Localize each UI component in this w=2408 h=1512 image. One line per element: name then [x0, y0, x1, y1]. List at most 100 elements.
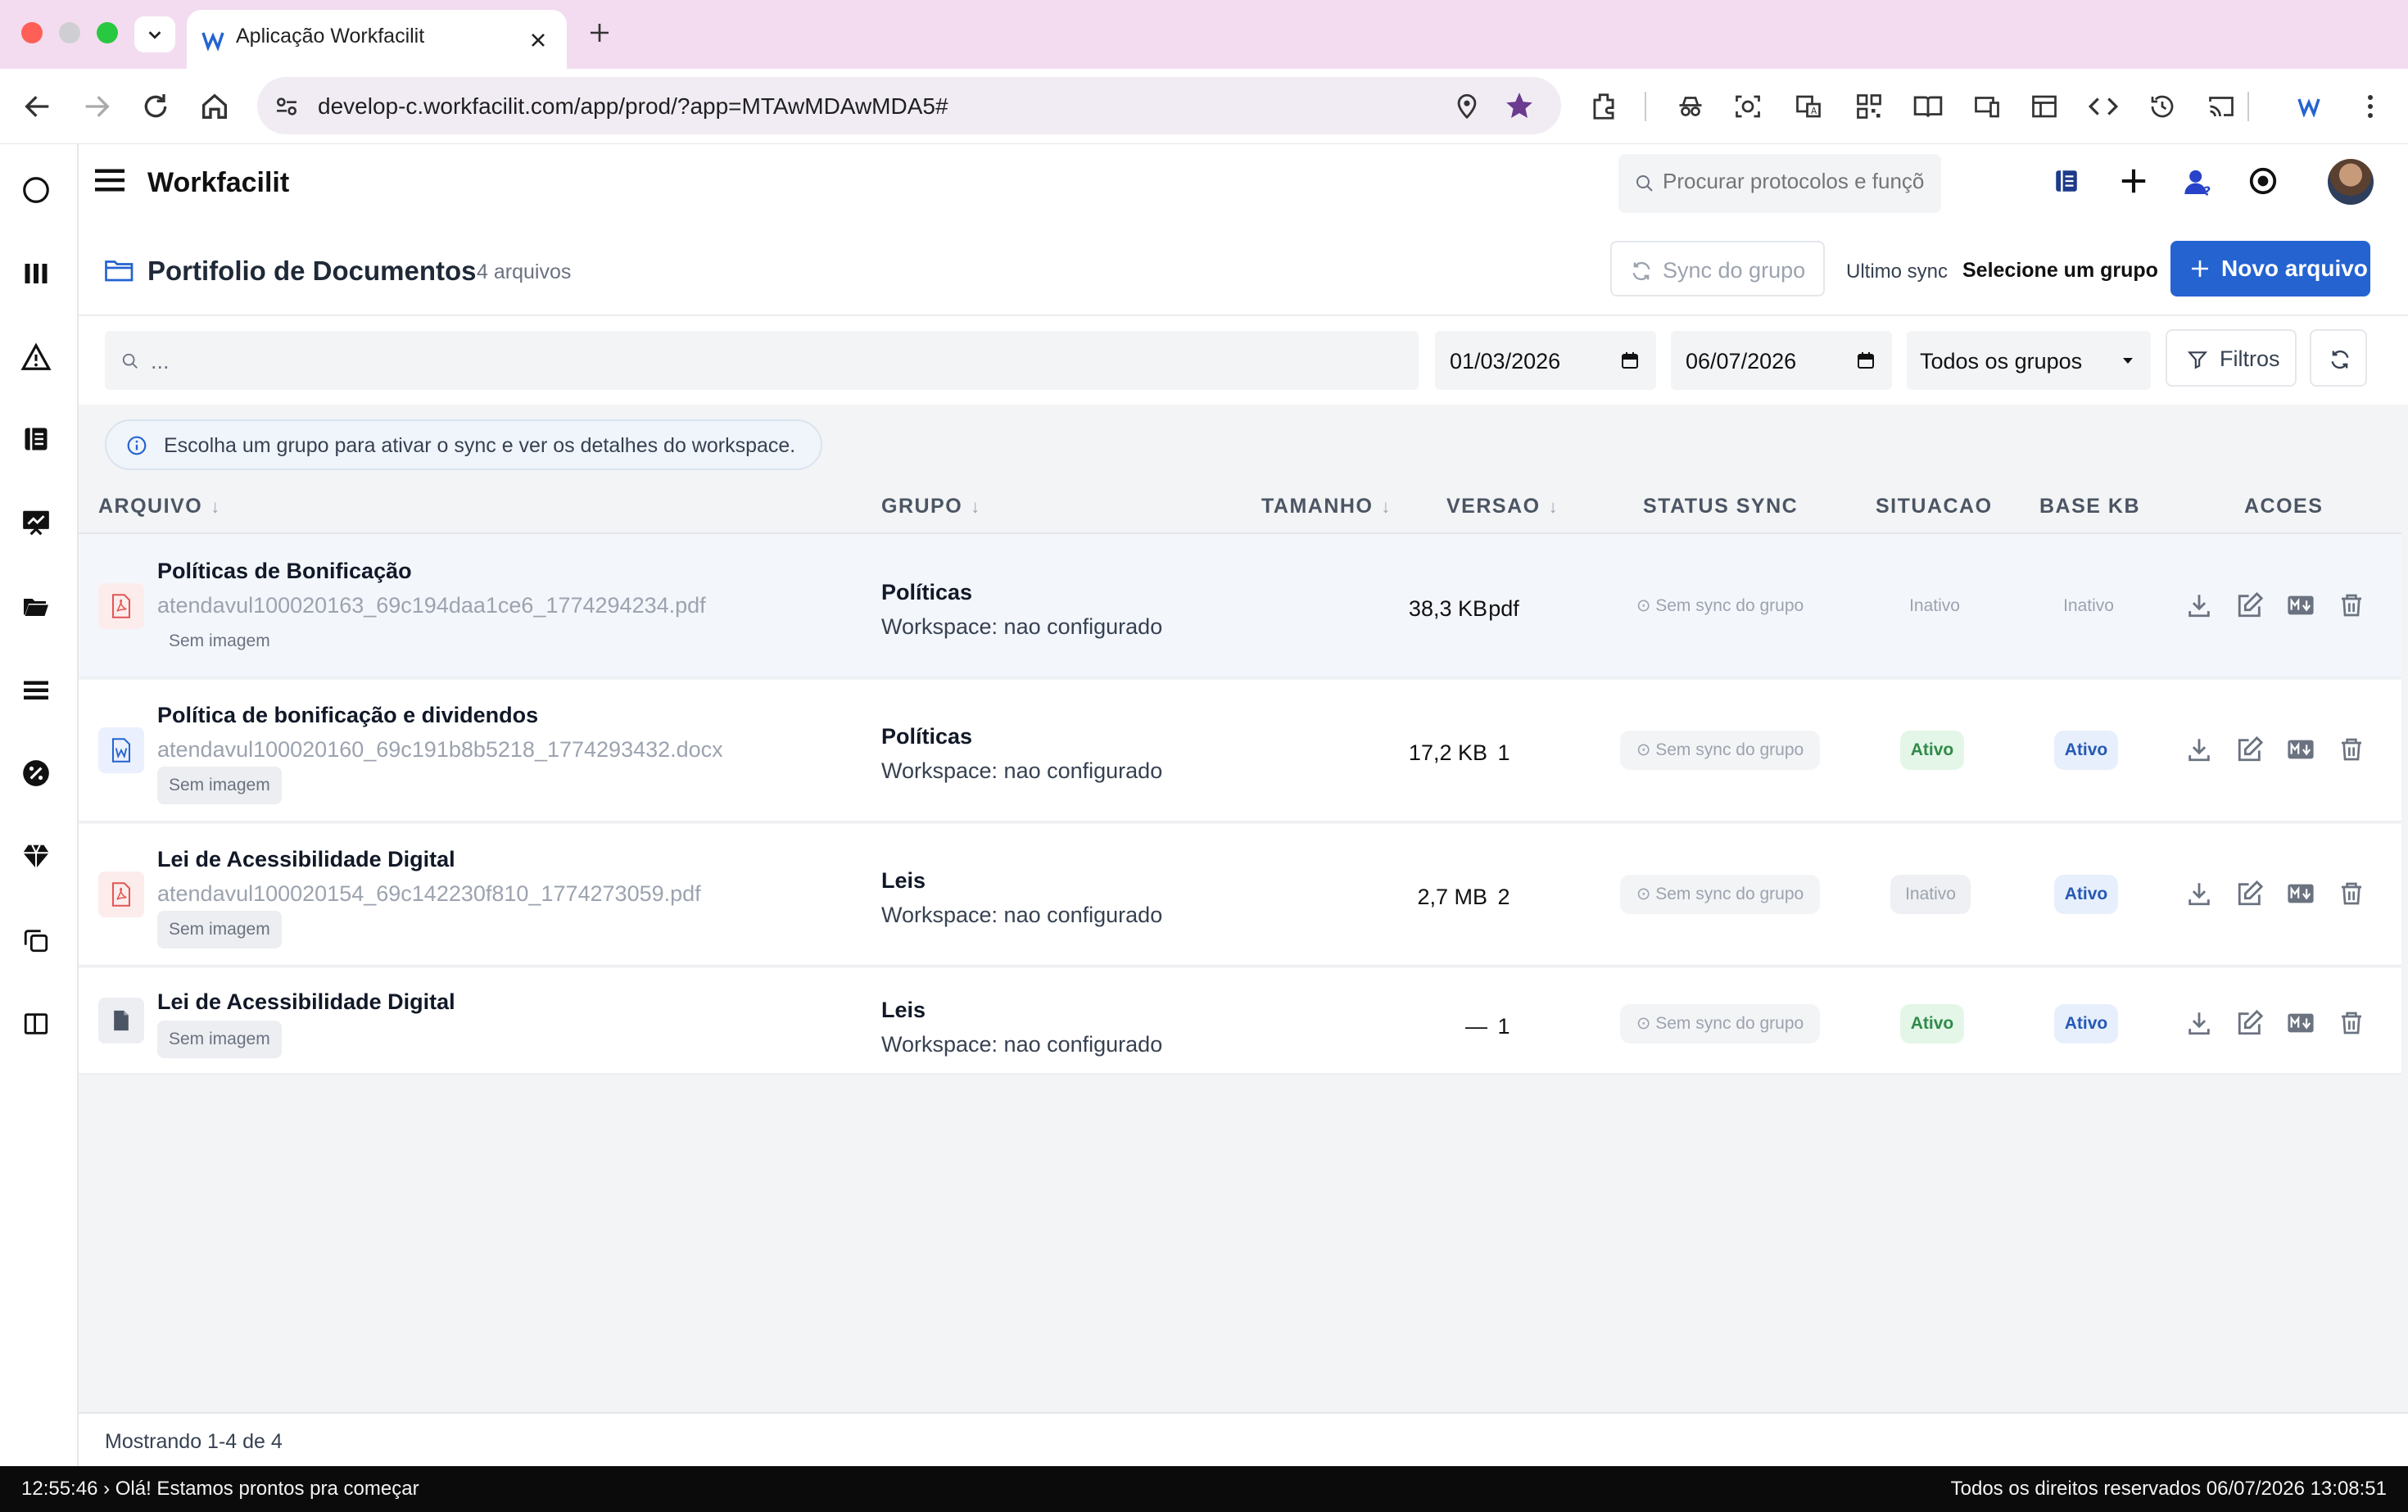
table-extension-icon[interactable] — [2026, 88, 2062, 124]
qr-code-icon[interactable] — [1851, 88, 1887, 124]
new-file-button[interactable]: Novo arquivo — [2170, 241, 2370, 297]
table-row[interactable]: Lei de Acessibilidade Digital Sem imagem… — [79, 968, 2401, 1075]
situacao-badge: Inativo — [1909, 596, 1960, 615]
record-icon[interactable] — [2247, 165, 2279, 197]
close-tab-icon[interactable] — [529, 31, 547, 49]
file-name[interactable]: Lei de Acessibilidade Digital — [157, 847, 455, 872]
delete-icon[interactable] — [2333, 586, 2370, 624]
filters-button[interactable]: Filtros — [2166, 329, 2297, 387]
file-name[interactable]: Lei de Acessibilidade Digital — [157, 989, 455, 1015]
code-icon[interactable] — [2085, 88, 2121, 124]
delete-icon[interactable] — [2333, 1004, 2370, 1042]
bookmark-star-icon[interactable] — [1504, 90, 1535, 121]
table-row[interactable]: Política de bonificação e dividendos ate… — [79, 680, 2401, 822]
copy-icon[interactable] — [16, 921, 56, 960]
column-acoes: ACOES — [2244, 495, 2324, 518]
refresh-button[interactable] — [2310, 329, 2367, 387]
home-icon[interactable] — [198, 90, 231, 123]
download-icon[interactable] — [2180, 875, 2218, 912]
no-image-badge: Sem imagem — [169, 632, 270, 650]
tab-search-button[interactable] — [134, 16, 175, 52]
warning-icon[interactable] — [16, 337, 56, 377]
group-select[interactable]: Todos os grupos — [1907, 331, 2151, 390]
column-grupo[interactable]: GRUPO ↓ — [881, 495, 981, 518]
sync-icon — [1632, 261, 1650, 281]
screenshot-extension-icon[interactable] — [1730, 88, 1766, 124]
download-icon[interactable] — [2180, 731, 2218, 768]
minimize-window-button[interactable] — [59, 22, 80, 43]
diamond-icon[interactable] — [16, 837, 56, 876]
extensions-icon[interactable] — [1586, 88, 1622, 124]
forward-icon[interactable] — [80, 90, 113, 123]
edit-icon[interactable] — [2231, 1004, 2269, 1042]
table-row[interactable]: Lei de Acessibilidade Digital atendavul1… — [79, 824, 2401, 967]
group-sync-button[interactable]: Sync do grupo — [1610, 241, 1825, 297]
markdown-icon[interactable] — [2282, 586, 2320, 624]
table-row[interactable]: Políticas de Bonificação atendavul100020… — [79, 536, 2401, 678]
circle-icon[interactable] — [16, 170, 56, 210]
markdown-icon[interactable] — [2282, 731, 2320, 768]
book-icon[interactable] — [16, 419, 56, 459]
file-name[interactable]: Política de bonificação e dividendos — [157, 703, 538, 728]
delete-icon[interactable] — [2333, 731, 2370, 768]
column-arquivo[interactable]: ARQUIVO ↓ — [98, 495, 221, 518]
close-window-button[interactable] — [21, 22, 43, 43]
location-icon[interactable] — [1453, 92, 1481, 120]
download-icon[interactable] — [2180, 1004, 2218, 1042]
translate-icon[interactable]: A — [1790, 88, 1826, 124]
edit-icon[interactable] — [2231, 731, 2269, 768]
back-icon[interactable] — [21, 90, 54, 123]
library-icon[interactable] — [16, 254, 56, 293]
date-to-field[interactable]: 06/07/2026 — [1671, 331, 1892, 390]
plus-icon[interactable] — [2118, 165, 2149, 197]
address-bar[interactable]: develop-c.workfacilit.com/app/prod/?app=… — [257, 77, 1561, 134]
workspace-status: Workspace: nao configurado — [881, 614, 1163, 639]
workfacilit-extension-icon[interactable] — [2292, 88, 2328, 124]
reload-icon[interactable] — [139, 90, 172, 123]
site-settings-icon[interactable] — [274, 93, 300, 120]
columns-icon[interactable] — [16, 1004, 56, 1043]
hamburger-menu-icon[interactable] — [95, 167, 124, 193]
book-open-icon[interactable] — [2053, 167, 2080, 195]
file-version: pdf — [1488, 596, 1519, 621]
row-actions — [2180, 875, 2370, 912]
user-avatar[interactable] — [2328, 159, 2374, 205]
download-icon[interactable] — [2180, 586, 2218, 624]
edit-icon[interactable] — [2231, 875, 2269, 912]
file-name[interactable]: Políticas de Bonificação — [157, 559, 412, 584]
user-help-icon[interactable]: ? — [2182, 165, 2215, 198]
calendar-icon[interactable] — [1856, 351, 1876, 370]
file-version: 1 — [1497, 1014, 1510, 1039]
browser-tab-active[interactable]: Aplicação Workfacilit — [187, 10, 567, 69]
edit-icon[interactable] — [2231, 586, 2269, 624]
presentation-icon[interactable] — [16, 503, 56, 542]
cast-icon[interactable] — [2203, 88, 2239, 124]
global-search-box[interactable] — [1618, 154, 1941, 213]
file-search-input[interactable]: ... — [105, 331, 1419, 390]
column-versao[interactable]: VERSAO ↓ — [1446, 495, 1559, 518]
folder-open-icon[interactable] — [16, 586, 56, 626]
date-from-field[interactable]: 01/03/2026 — [1435, 331, 1656, 390]
markdown-icon[interactable] — [2282, 875, 2320, 912]
new-tab-icon[interactable] — [588, 21, 611, 44]
date-to-value: 06/07/2026 — [1686, 349, 1797, 373]
calendar-icon[interactable] — [1620, 351, 1640, 370]
svg-text:?: ? — [2204, 184, 2211, 198]
browser-menu-icon[interactable] — [2352, 88, 2388, 124]
list-icon[interactable] — [16, 670, 56, 709]
delete-icon[interactable] — [2333, 875, 2370, 912]
markdown-icon[interactable] — [2282, 1004, 2320, 1042]
maximize-window-button[interactable] — [97, 22, 118, 43]
column-tamanho[interactable]: TAMANHO ↓ — [1261, 495, 1392, 518]
file-path: atendavul100020160_69c191b8b5218_1774293… — [157, 737, 723, 762]
global-search-input[interactable] — [1663, 169, 1925, 194]
history-icon[interactable] — [2144, 88, 2180, 124]
devices-icon[interactable] — [1969, 88, 2005, 124]
reading-mode-icon[interactable] — [1910, 88, 1946, 124]
percent-badge-icon[interactable] — [16, 754, 56, 793]
document-file-icon — [98, 998, 144, 1043]
incognito-extension-icon[interactable] — [1672, 88, 1709, 124]
left-navigation-rail — [0, 144, 79, 1466]
file-version: 1 — [1497, 740, 1510, 765]
column-grupo-label: GRUPO — [881, 495, 963, 518]
